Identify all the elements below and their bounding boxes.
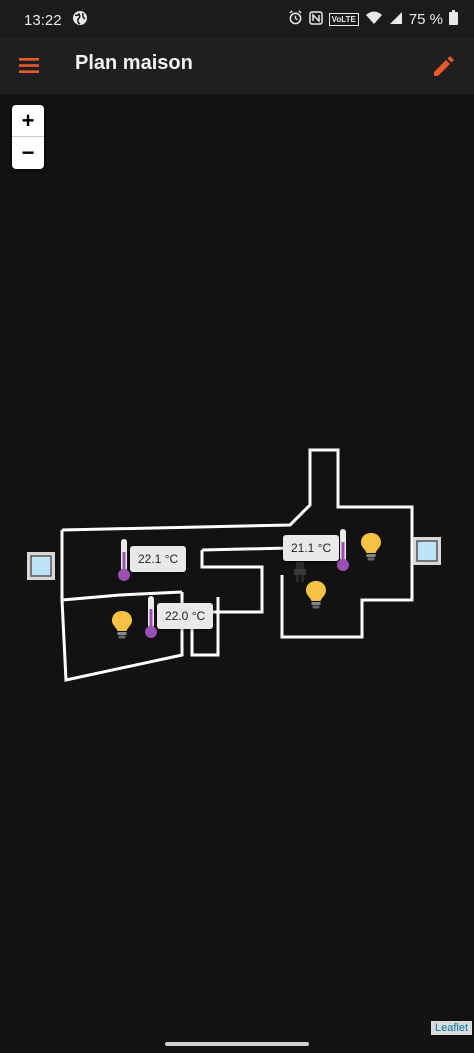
- temp-label-1[interactable]: 22.1 °C: [130, 546, 187, 572]
- home-gesture-pill[interactable]: [165, 1042, 309, 1046]
- wall-corridor: [190, 546, 291, 657]
- bulb-icon: [112, 611, 132, 639]
- temp-label-2[interactable]: 22.0 °C: [157, 603, 214, 629]
- window-right[interactable]: [412, 536, 442, 571]
- light-2[interactable]: [305, 580, 327, 615]
- leaflet-attribution[interactable]: Leaflet: [430, 1021, 472, 1035]
- bulb-icon: [361, 533, 381, 561]
- bulb-icon: [306, 581, 326, 609]
- window-left[interactable]: [26, 551, 56, 586]
- zoom-in-button[interactable]: +: [12, 105, 44, 137]
- light-3[interactable]: [360, 532, 382, 567]
- zoom-out-button[interactable]: −: [12, 137, 44, 169]
- floor-plan: [60, 448, 414, 682]
- navigation-bar: [0, 1037, 474, 1053]
- temp-label-3[interactable]: 21.1 °C: [283, 535, 340, 561]
- zoom-control: + −: [12, 105, 44, 169]
- wall-divider: [61, 590, 183, 602]
- light-1[interactable]: [111, 610, 133, 645]
- window-icon: [413, 537, 441, 565]
- person-icon: [294, 562, 306, 582]
- window-icon: [27, 552, 55, 580]
